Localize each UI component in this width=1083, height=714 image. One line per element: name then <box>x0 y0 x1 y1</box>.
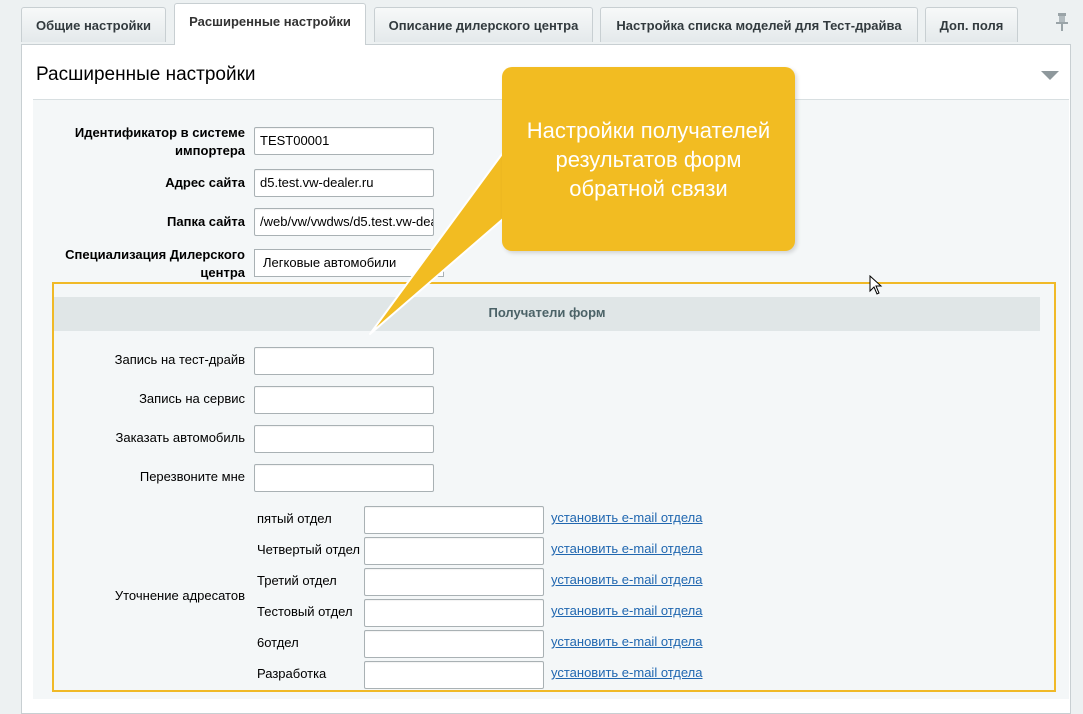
collapse-arrow-icon[interactable] <box>1041 71 1059 81</box>
specialization-label: Специализация Дилерского центра <box>65 247 245 280</box>
department-name: 6отдел <box>257 635 299 650</box>
page-title: Расширенные настройки <box>36 64 256 85</box>
recipients-heading: Получатели форм <box>54 297 1040 331</box>
department-name: Четвертый отдел <box>257 542 360 557</box>
site-folder-input[interactable]: /web/vw/vwdws/d5.test.vw-dealer.ru <box>254 208 434 236</box>
set-department-email-link[interactable]: установить e-mail отдела <box>551 541 702 556</box>
department-name: Разработка <box>257 666 327 681</box>
department-email-input[interactable] <box>364 568 544 596</box>
department-email-input[interactable] <box>364 630 544 658</box>
pin-icon[interactable] <box>1054 12 1070 32</box>
tab-test-drive-models[interactable]: Настройка списка моделей для Тест-драйва <box>600 7 918 42</box>
tab-extra-fields[interactable]: Доп. поля <box>925 7 1018 42</box>
tab-advanced-settings[interactable]: Расширенные настройки <box>174 3 366 45</box>
department-email-input[interactable] <box>364 599 544 627</box>
department-email-input[interactable] <box>364 537 544 565</box>
order-car-email-input[interactable] <box>254 425 434 453</box>
tab-general-settings[interactable]: Общие настройки <box>21 7 166 42</box>
department-email-input[interactable] <box>364 506 544 534</box>
site-address-input[interactable]: d5.test.vw-dealer.ru <box>254 169 434 197</box>
importer-id-label: Идентификатор в системе импортера <box>74 125 245 158</box>
set-department-email-link[interactable]: установить e-mail отдела <box>551 634 702 649</box>
set-department-email-link[interactable]: установить e-mail отдела <box>551 603 702 618</box>
service-label: Запись на сервис <box>139 391 245 406</box>
set-department-email-link[interactable]: установить e-mail отдела <box>551 510 702 525</box>
callback-label: Перезвоните мне <box>139 469 245 484</box>
clarification-label: Уточнение адресатов <box>114 588 245 603</box>
tab-bar: Общие настройки Расширенные настройки Оп… <box>0 0 1083 45</box>
callback-email-input[interactable] <box>254 464 434 492</box>
department-name: Третий отдел <box>257 573 337 588</box>
set-department-email-link[interactable]: установить e-mail отдела <box>551 572 702 587</box>
specialization-select[interactable]: Легковые автомобили <box>254 249 444 277</box>
department-name: пятый отдел <box>257 511 332 526</box>
order-car-label: Заказать автомобиль <box>115 430 245 445</box>
tab-dealer-description[interactable]: Описание дилерского центра <box>374 7 593 42</box>
service-email-input[interactable] <box>254 386 434 414</box>
test-drive-email-input[interactable] <box>254 347 434 375</box>
importer-id-input[interactable]: TEST00001 <box>254 127 434 155</box>
site-folder-label: Папка сайта <box>167 214 245 229</box>
department-email-input[interactable] <box>364 661 544 689</box>
test-drive-label: Запись на тест-драйв <box>114 352 245 367</box>
set-department-email-link[interactable]: установить e-mail отдела <box>551 665 702 680</box>
department-name: Тестовый отдел <box>257 604 353 619</box>
mouse-cursor-icon <box>869 275 883 295</box>
callout-text: Настройки получателей результатов форм о… <box>526 118 771 201</box>
site-address-label: Адрес сайта <box>165 175 245 190</box>
